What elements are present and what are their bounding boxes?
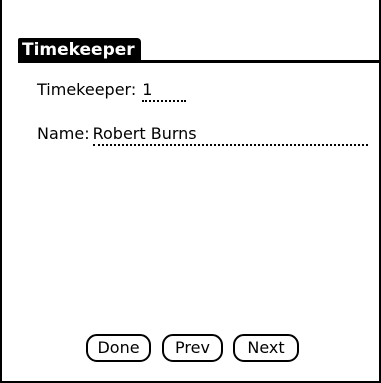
name-label: Name: xyxy=(37,124,90,143)
name-field-row: Name: Robert Burns xyxy=(37,124,368,146)
prev-button[interactable]: Prev xyxy=(162,334,223,362)
timekeeper-label: Timekeeper: xyxy=(37,80,137,99)
timekeeper-form: Timekeeper Timekeeper: 1 Name: Robert Burn… xyxy=(0,0,381,383)
form-title: Timekeeper xyxy=(18,38,141,62)
next-button[interactable]: Next xyxy=(233,334,299,362)
done-button[interactable]: Done xyxy=(86,334,151,362)
title-underline xyxy=(18,60,381,63)
frame-border-left xyxy=(0,0,2,383)
name-field[interactable]: Robert Burns xyxy=(92,124,368,146)
timekeeper-field-row: Timekeeper: 1 xyxy=(37,80,187,102)
timekeeper-number-field[interactable]: 1 xyxy=(142,80,187,102)
